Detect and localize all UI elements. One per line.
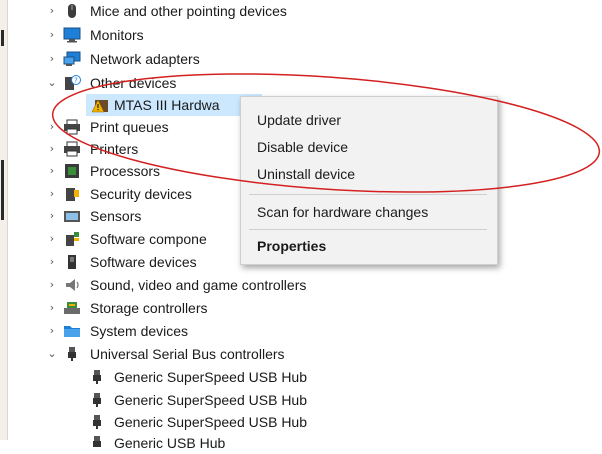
tree-item-security-devices[interactable]: › Security devices [0,183,230,205]
chevron-right-icon[interactable]: › [46,278,58,291]
tree-item-software-components[interactable]: › Software compone [0,228,230,250]
tree-item-sound-video-game-controllers[interactable]: › Sound, video and game controllers [0,274,360,296]
monitor-icon [63,27,81,43]
tree-item-printers[interactable]: › Printers [0,138,230,160]
chevron-right-icon[interactable]: › [46,187,58,200]
menu-separator [249,229,487,230]
software-device-icon [68,255,76,269]
chevron-right-icon[interactable]: › [46,120,58,133]
tree-item-label: Generic USB Hub [114,435,226,451]
processor-icon [65,164,79,178]
tree-item-label: Software devices [90,254,197,270]
network-adapter-icon [63,51,81,66]
print-queue-icon [64,119,80,135]
tree-item-mtas-iii-hardware[interactable]: MTAS III Hardwa [0,94,262,116]
storage-controller-icon [64,302,80,314]
tree-item-other-devices[interactable]: ⌄ ? Other devices [0,72,300,94]
printer-icon [64,141,80,157]
tree-item-label: Processors [90,163,161,179]
speaker-icon [66,279,79,291]
properties-menu-item[interactable]: Properties [257,237,326,255]
svg-text:?: ? [74,77,78,85]
tree-item-processors[interactable]: › Processors [0,160,230,182]
chevron-right-icon[interactable]: › [46,232,58,245]
chevron-down-icon[interactable]: ⌄ [46,76,58,89]
tree-item-monitors[interactable]: › Monitors [0,24,300,46]
tree-item-label: Storage controllers [90,300,208,316]
tree-item-label: Sound, video and game controllers [90,277,307,293]
tree-item-label: System devices [90,323,189,339]
tree-item-usb-hub[interactable]: Generic USB Hub [0,432,320,454]
tree-item-label: Security devices [90,186,192,202]
warning-device-icon [92,99,108,113]
other-devices-icon: ? [65,75,81,90]
software-component-icon [66,232,79,246]
chevron-right-icon[interactable]: › [46,255,58,268]
tree-item-label: Generic SuperSpeed USB Hub [114,414,307,430]
tree-item-usb-controllers[interactable]: ⌄ Universal Serial Bus controllers [0,343,340,365]
tree-item-label: Print queues [90,119,169,135]
tree-item-usb-hub[interactable]: Generic SuperSpeed USB Hub [0,389,320,411]
chevron-right-icon[interactable]: › [46,52,58,65]
tree-item-network-adapters[interactable]: › Network adapters [0,48,300,70]
usb-plug-icon [93,415,101,429]
tree-item-label: Universal Serial Bus controllers [90,346,285,362]
context-menu: Update driver Disable device Uninstall d… [240,96,498,265]
scan-hardware-changes-menu-item[interactable]: Scan for hardware changes [257,203,428,221]
security-device-icon [66,188,79,201]
mouse-icon [68,4,76,18]
tree-item-storage-controllers[interactable]: › Storage controllers [0,297,300,319]
tree-item-system-devices[interactable]: › System devices [0,320,300,342]
update-driver-menu-item[interactable]: Update driver [257,111,341,129]
chevron-down-icon[interactable]: ⌄ [46,347,58,360]
tree-item-label: Sensors [90,208,142,224]
tree-item-software-devices[interactable]: › Software devices [0,251,230,273]
chevron-right-icon[interactable]: › [46,142,58,155]
usb-plug-icon [93,370,101,384]
chevron-right-icon[interactable]: › [46,209,58,222]
tree-item-mice[interactable]: › Mice and other pointing devices [0,0,400,22]
uninstall-device-menu-item[interactable]: Uninstall device [257,165,355,183]
chevron-right-icon[interactable]: › [46,4,58,17]
tree-item-label: Other devices [90,75,177,91]
tree-item-label: Generic SuperSpeed USB Hub [114,369,307,385]
menu-separator [249,194,487,195]
system-folder-icon [64,326,80,337]
tree-item-label: MTAS III Hardwa [114,97,220,113]
chevron-right-icon[interactable]: › [46,28,58,41]
tree-item-label: Generic SuperSpeed USB Hub [114,392,307,408]
tree-item-label: Network adapters [90,51,200,67]
sensor-icon [64,211,80,222]
tree-item-print-queues[interactable]: › Print queues [0,116,230,138]
usb-plug-icon [93,393,101,407]
chevron-right-icon[interactable]: › [46,301,58,314]
tree-item-label: Monitors [90,27,144,43]
usb-plug-icon [93,436,101,447]
chevron-right-icon[interactable]: › [46,324,58,337]
chevron-right-icon[interactable]: › [46,164,58,177]
tree-item-sensors[interactable]: › Sensors [0,205,230,227]
tree-item-label: Mice and other pointing devices [90,3,287,19]
usb-icon [68,347,76,361]
disable-device-menu-item[interactable]: Disable device [257,138,348,156]
tree-item-label: Software compone [90,231,207,247]
tree-item-usb-hub[interactable]: Generic SuperSpeed USB Hub [0,366,320,388]
tree-item-label: Printers [90,141,139,157]
tree-item-usb-hub[interactable]: Generic SuperSpeed USB Hub [0,411,320,433]
